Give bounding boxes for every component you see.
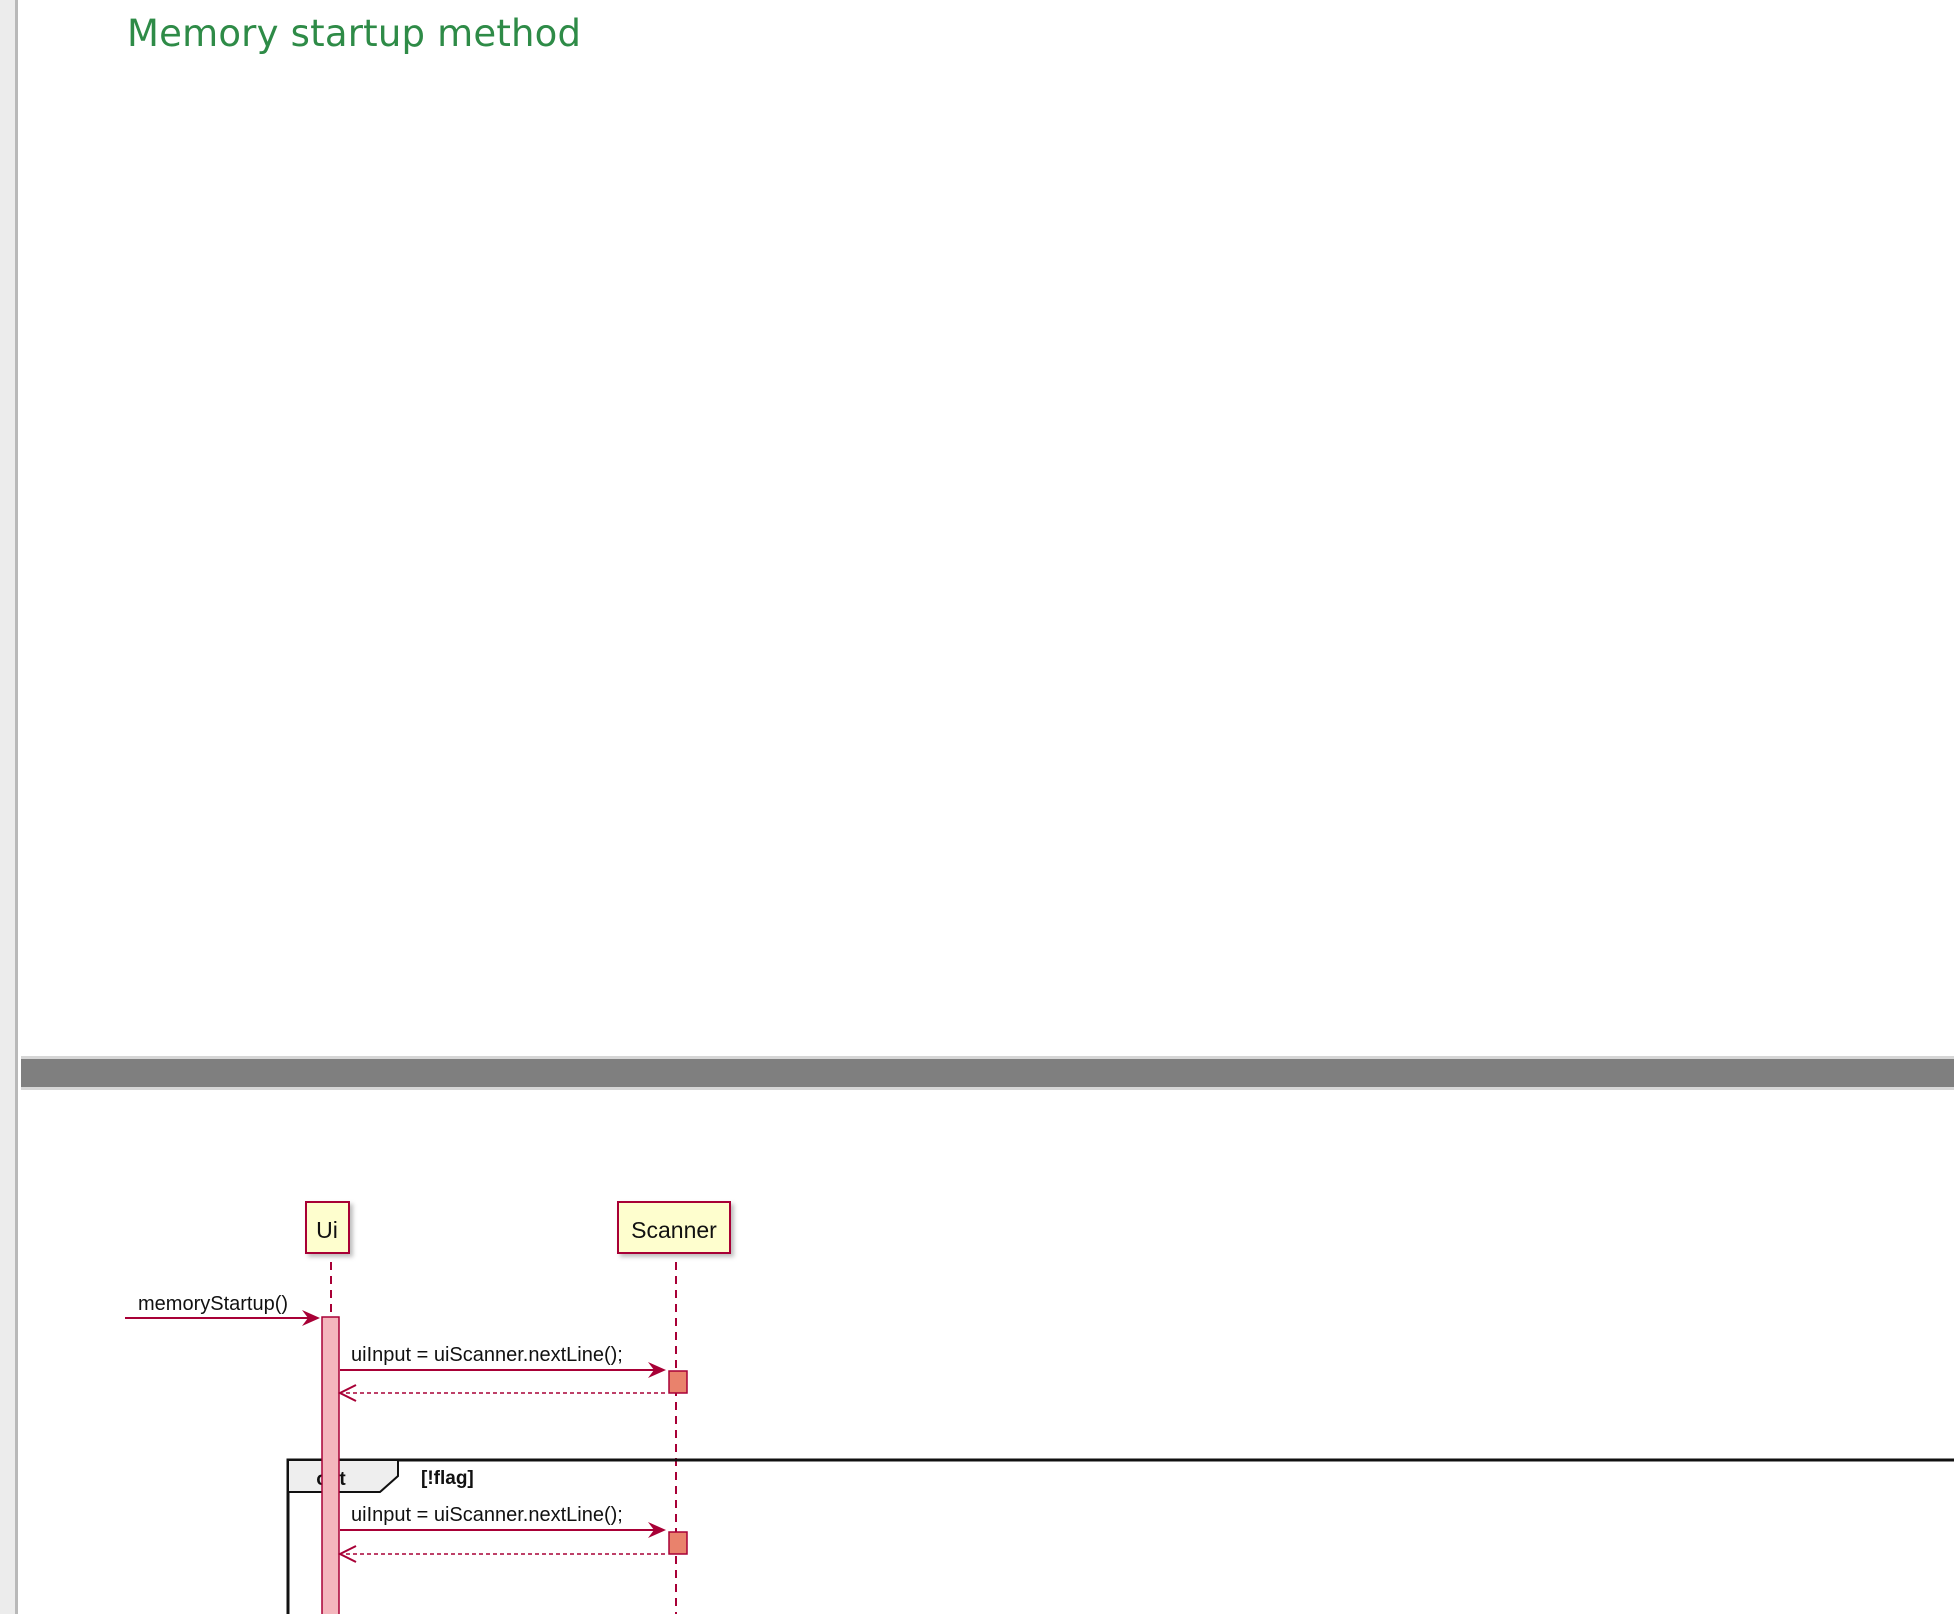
activation-scanner-2 [668,1531,688,1555]
activation-scanner-1 [668,1370,688,1394]
opt-fragment: opt [!flag] [286,1458,1954,1614]
return-message-1 [337,1384,668,1402]
return-message-2 [337,1545,668,1563]
fragment-guard: [!flag] [421,1468,474,1489]
message-label: memoryStartup() [138,1293,288,1315]
message-next-line-1: uiInput = uiScanner.nextLine(); [340,1344,666,1378]
participant-ui-label: Ui [316,1217,338,1243]
message-memory-startup: memoryStartup() [125,1293,320,1326]
activation-ui [321,1316,340,1614]
participant-ui: Ui [305,1201,350,1254]
participant-scanner: Scanner [617,1201,731,1254]
sequence-diagram: Ui Scanner opt [!flag] memoryStartup() u… [125,1201,1954,1614]
message-next-line-2: uiInput = uiScanner.nextLine(); [340,1504,666,1538]
message-label: uiInput = uiScanner.nextLine(); [351,1344,623,1366]
message-label: uiInput = uiScanner.nextLine(); [351,1504,623,1526]
participant-scanner-label: Scanner [631,1217,717,1243]
